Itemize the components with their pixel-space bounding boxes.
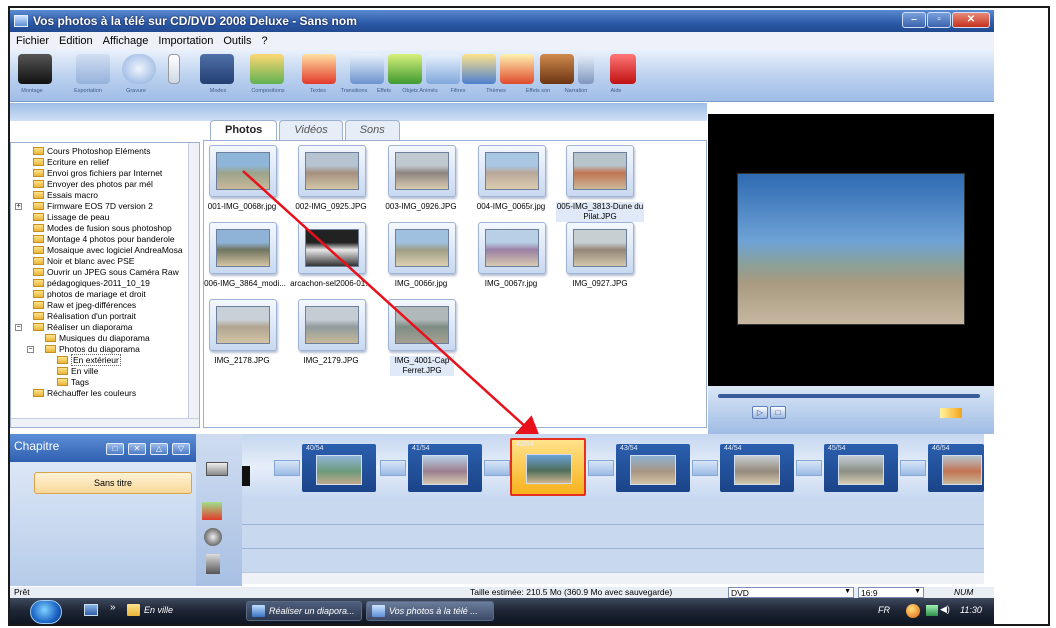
frame-number: 44/54 — [724, 445, 742, 452]
taskbar-item[interactable]: En ville — [122, 601, 238, 621]
transition-slot[interactable] — [274, 460, 300, 476]
transition-slot[interactable] — [692, 460, 718, 476]
frame-number: 46/54 — [932, 445, 950, 452]
network-icon[interactable] — [926, 605, 938, 616]
num-lock-indicator: NUM — [954, 587, 974, 597]
transition-slot[interactable] — [796, 460, 822, 476]
frame-number: 42/54 — [516, 441, 534, 448]
frame-image — [734, 455, 780, 485]
estimated-size: Taille estimée: 210.5 Mo (360.9 Mo avec … — [470, 587, 673, 597]
start-button[interactable] — [30, 600, 62, 624]
storyboard-clip-edge — [242, 466, 250, 486]
frame-number: 40/54 — [306, 445, 324, 452]
chapter-label: Chapitre — [14, 439, 60, 453]
storyboard: 40/54 41/54 42/54 43/54 44/54 45/54 46/5… — [242, 434, 984, 500]
status-bar: Prêt Taille estimée: 210.5 Mo (360.9 Mo … — [10, 587, 994, 598]
app-icon — [252, 605, 265, 617]
track-divider — [242, 524, 984, 525]
language-indicator[interactable]: FR — [878, 605, 890, 615]
camera-icon — [206, 462, 228, 476]
frame-number: 41/54 — [412, 445, 430, 452]
frame-image — [630, 455, 676, 485]
chapter-item[interactable]: Sans titre — [34, 472, 192, 494]
storyboard-frame[interactable]: 41/54 — [408, 444, 482, 492]
status-ready: Prêt — [14, 587, 30, 597]
storyboard-frame[interactable]: 45/54 — [824, 444, 898, 492]
track-divider — [242, 548, 984, 549]
text-track-icon — [202, 502, 222, 520]
taskbar: » En ville Réaliser un diapora... Vos ph… — [10, 598, 994, 624]
format-select[interactable]: DVD ▼ — [728, 587, 854, 598]
chapter-panel-header: Chapitre □ ✕ △ ▽ — [10, 434, 196, 462]
chapter-up-button[interactable]: △ — [150, 443, 168, 455]
transition-slot[interactable] — [484, 460, 510, 476]
storyboard-frame[interactable]: 44/54 — [720, 444, 794, 492]
frame-image — [526, 454, 572, 484]
chevron-down-icon: ▼ — [914, 588, 921, 595]
timeline-tracks[interactable] — [242, 500, 984, 572]
transition-slot[interactable] — [588, 460, 614, 476]
timeline-track-icons — [196, 434, 242, 586]
narration-track-icon — [206, 554, 220, 574]
quick-launch-chevron-icon[interactable]: » — [110, 602, 116, 613]
storyboard-frame[interactable]: 40/54 — [302, 444, 376, 492]
volume-icon[interactable]: ◀) — [940, 604, 950, 615]
frame-number: 43/54 — [620, 445, 638, 452]
clock: 11:30 — [960, 605, 982, 615]
frame-image — [838, 455, 884, 485]
chapter-new-button[interactable]: □ — [106, 443, 124, 455]
storyboard-frame[interactable]: 46/54 — [928, 444, 984, 492]
chapter-delete-button[interactable]: ✕ — [128, 443, 146, 455]
music-track-icon — [204, 528, 222, 546]
tray-icon[interactable] — [906, 604, 920, 618]
folder-icon — [127, 604, 140, 616]
taskbar-item-active[interactable]: Vos photos à la télé ... — [366, 601, 494, 621]
frame-image — [422, 455, 468, 485]
storyboard-frame-selected[interactable]: 42/54 — [510, 438, 586, 496]
frame-image — [942, 455, 982, 485]
chapter-down-button[interactable]: ▽ — [172, 443, 190, 455]
show-desktop-icon[interactable] — [84, 604, 98, 616]
transition-slot[interactable] — [900, 460, 926, 476]
chevron-down-icon: ▼ — [844, 588, 851, 595]
storyboard-frame[interactable]: 43/54 — [616, 444, 690, 492]
frame-number: 45/54 — [828, 445, 846, 452]
timeline-horizontal-scrollbar[interactable] — [242, 572, 984, 584]
taskbar-item[interactable]: Réaliser un diapora... — [246, 601, 362, 621]
ratio-select[interactable]: 16:9 ▼ — [858, 587, 924, 598]
frame-image — [316, 455, 362, 485]
transition-slot[interactable] — [380, 460, 406, 476]
app-icon — [372, 605, 385, 617]
